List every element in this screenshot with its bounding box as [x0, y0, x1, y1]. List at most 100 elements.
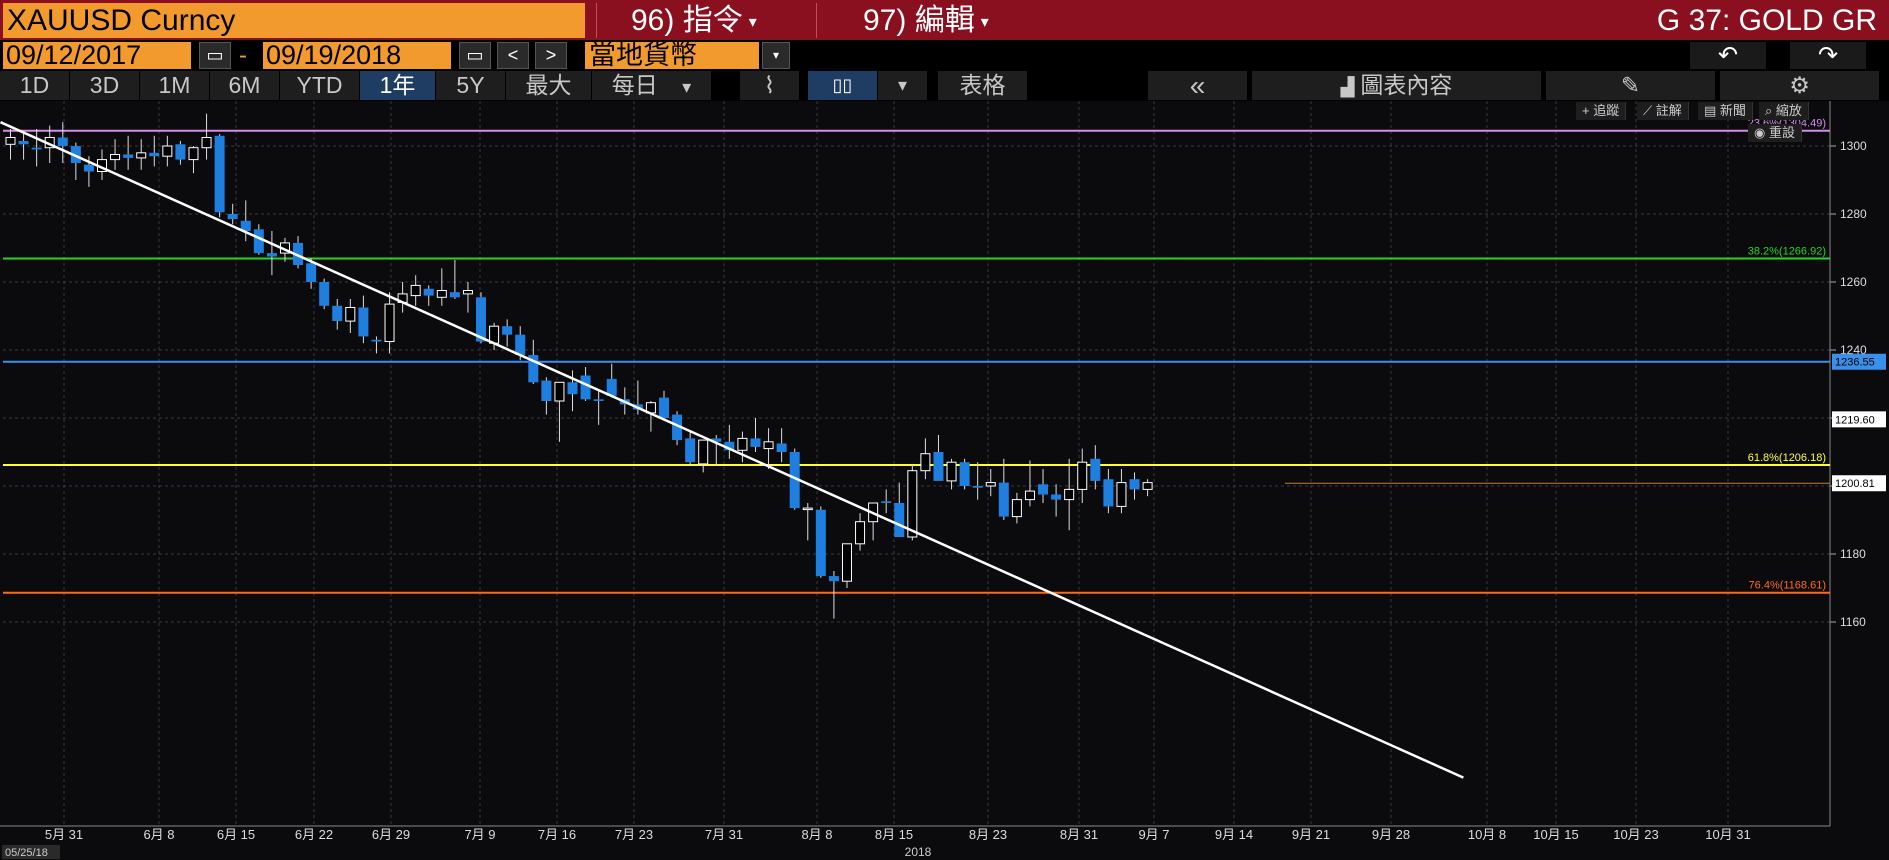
candle-body-up: [136, 152, 147, 159]
period-max[interactable]: 最大: [506, 71, 592, 100]
candle-body-up: [188, 147, 199, 161]
period-3d[interactable]: 3D: [70, 71, 140, 100]
ticker-field[interactable]: XAUUSD Curncy: [3, 3, 585, 38]
candle-body-down: [227, 214, 238, 220]
calendar-icon[interactable]: ▭: [199, 42, 231, 69]
period-1d[interactable]: 1D: [0, 71, 70, 100]
chevron-left-icon[interactable]: <: [497, 42, 529, 69]
fib-level-label: 38.2%(1266.92): [1748, 245, 1826, 257]
candle-body-up: [436, 290, 447, 298]
chart-content-button[interactable]: ▟ 圖表內容: [1252, 71, 1542, 100]
reset-button[interactable]: ◉ 重設: [1748, 124, 1802, 142]
candle-body-down: [972, 486, 983, 488]
settings-gear-icon[interactable]: ⚙: [1720, 71, 1880, 100]
edit-menu-button[interactable]: 97) 編輯 ▾: [816, 3, 1046, 38]
candle-body-up: [345, 307, 356, 322]
x-tick-label: 9月 21: [1292, 827, 1330, 842]
x-tick-label: 8月 31: [1060, 827, 1098, 842]
x-tick-label: 7月 23: [615, 827, 653, 842]
magnifier-icon: ⌕: [1765, 103, 1776, 118]
candle-body-up: [1142, 482, 1153, 490]
candle-body-down: [358, 307, 369, 337]
x-tick-label: 9月 28: [1372, 827, 1410, 842]
candle-body-down: [580, 375, 591, 400]
zoom-button[interactable]: ⌕ 縮放: [1759, 102, 1809, 120]
candle-body-up: [5, 137, 16, 145]
chart-canvas[interactable]: 5月 31 6月 8 6月 15 6月 22 6月 29 7月 9 7月 16 7月 23 7月…: [0, 101, 1889, 860]
chart-content-label: 圖表內容: [1360, 72, 1453, 98]
annotate-label: 註解: [1655, 103, 1682, 118]
x-tick-label: 9月 7: [1138, 827, 1169, 842]
candle-body-up: [855, 521, 866, 545]
x-tick-label: 7月 9: [464, 827, 495, 842]
line-chart-icon[interactable]: ⌇: [740, 71, 800, 100]
title-bar: XAUUSD Curncy 96) 指令 ▾ 97) 編輯 ▾ G 37: GOLD…: [0, 0, 1889, 40]
x-tick-label: 6月 29: [372, 827, 410, 842]
x-tick-label: 7月 31: [705, 827, 743, 842]
pen-icon: ⟋: [1643, 103, 1656, 118]
candle-body-up: [698, 439, 709, 465]
period-1m[interactable]: 1M: [140, 71, 210, 100]
candle-body-up: [554, 381, 565, 402]
candle-body-down: [776, 443, 787, 452]
zoom-label: 縮放: [1775, 103, 1802, 118]
candle-body-down: [541, 380, 552, 401]
command-menu-button[interactable]: 96) 指令 ▾: [596, 3, 816, 38]
price-chart[interactable]: 5月 31 6月 8 6月 15 6月 22 6月 29 7月 9 7月 16 7月 23 7月…: [0, 101, 1889, 860]
news-label: 新聞: [1719, 103, 1746, 118]
candle-body-down: [18, 140, 29, 145]
start-date-input[interactable]: 09/12/2017: [3, 42, 191, 69]
trendline: [0, 121, 1464, 779]
currency-select[interactable]: 當地貨幣: [585, 42, 759, 69]
collapse-icon[interactable]: «: [1148, 71, 1248, 100]
candle-body-down: [894, 503, 905, 537]
table-button[interactable]: 表格: [938, 71, 1028, 100]
candle-body-down: [332, 305, 343, 322]
candle-body-up: [763, 441, 774, 450]
redo-icon[interactable]: ↷: [1790, 42, 1866, 69]
calendar-icon[interactable]: ▭: [459, 42, 491, 69]
candle-body-up: [162, 145, 173, 157]
candle-body-up: [985, 482, 996, 487]
x-tick-label: 6月 8: [143, 827, 174, 842]
candlestick-icon[interactable]: ▯▯: [808, 71, 878, 100]
x-tick-label: 9月 14: [1215, 827, 1253, 842]
track-icon: +: [1582, 103, 1594, 118]
candle-body-down: [1090, 458, 1101, 481]
chevron-down-icon[interactable]: ▾: [878, 71, 928, 100]
candle-body-down: [175, 144, 186, 160]
price-label: 1219.60: [1835, 414, 1875, 426]
candle-body-down: [515, 334, 526, 356]
undo-icon[interactable]: ↶: [1690, 42, 1766, 69]
x-tick-label: 5月 31: [45, 827, 83, 842]
candle-body-up: [410, 284, 421, 297]
candle-body-down: [959, 462, 970, 486]
chevron-down-icon[interactable]: ▾: [762, 42, 790, 69]
chart-title: G 37: GOLD GR: [1656, 4, 1877, 37]
period-5y[interactable]: 5Y: [436, 71, 506, 100]
frequency-select[interactable]: 每日 ▾: [592, 71, 712, 100]
y-tick-label: 1260: [1840, 275, 1867, 289]
candle-body-up: [907, 470, 918, 538]
candle-body-down: [1103, 479, 1114, 507]
candle-body-down: [57, 137, 68, 146]
candle-body-down: [1051, 494, 1062, 500]
x-tick-label: 8月 23: [969, 827, 1007, 842]
chevron-right-icon[interactable]: >: [535, 42, 567, 69]
period-1y[interactable]: 1年: [360, 71, 436, 100]
chevron-down-icon: ▾: [748, 13, 757, 31]
candle-body-down: [266, 253, 277, 257]
track-button[interactable]: + 追蹤: [1576, 102, 1627, 120]
y-tick-label: 1280: [1840, 207, 1867, 221]
x-tick-label: 8月 15: [875, 827, 913, 842]
annotate-button[interactable]: ⟋ 註解: [1637, 102, 1689, 120]
period-6m[interactable]: 6M: [210, 71, 280, 100]
end-date-input[interactable]: 09/19/2018: [263, 42, 451, 69]
news-button[interactable]: ▤ 新聞: [1698, 102, 1753, 120]
period-ytd[interactable]: YTD: [280, 71, 360, 100]
fib-level-label: 61.8%(1206.18): [1748, 452, 1826, 464]
candle-body-up: [201, 137, 212, 149]
date-separator: -: [239, 42, 247, 69]
x-tick-label: 10月 31: [1705, 827, 1751, 842]
edit-icon[interactable]: ✎: [1546, 71, 1716, 100]
